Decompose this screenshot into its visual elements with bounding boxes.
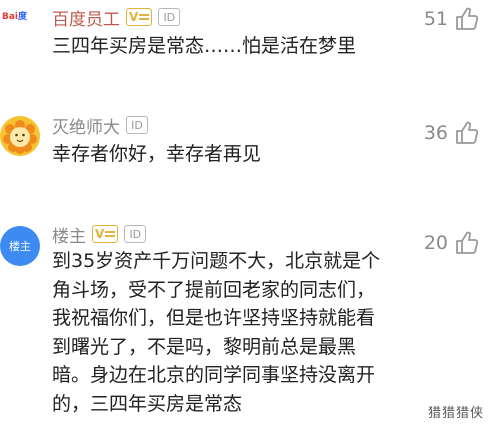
comment-line: 到35岁资产千万问题不大，北京就是个 (52, 250, 381, 272)
thumbs-up-icon[interactable] (454, 6, 480, 32)
comment-3: 楼主 楼主 V ID 到35岁资产千万问题不大，北京就是个 角斗场，受不了提前回… (0, 220, 490, 431)
svg-text:Bai度: Bai度 (2, 10, 28, 22)
username[interactable]: 楼主 (52, 222, 86, 247)
v-badge: V (92, 225, 119, 243)
id-badge: ID (126, 116, 148, 134)
v-badge: V (126, 8, 153, 26)
like-count: 36 (423, 122, 448, 144)
thumbs-up-icon[interactable] (454, 230, 480, 256)
comment-line: 角斗场，受不了提前回老家的同志们， (52, 278, 376, 301)
like-count: 51 (423, 8, 448, 30)
comment-header: 楼主 V ID (52, 222, 147, 247)
watermark: 猎猎猎侠 (427, 406, 484, 421)
id-badge: ID (158, 8, 181, 26)
avatar-baidu[interactable]: Bai度 (0, 0, 40, 34)
comment-text: 三四年买房是常态……怕是活在梦里 (52, 35, 357, 57)
lion-avatar-icon (0, 116, 40, 156)
username[interactable]: 灭绝师大 (52, 113, 120, 138)
like-button[interactable]: 51 (424, 6, 480, 32)
avatar-op[interactable]: 楼主 (0, 226, 40, 266)
like-count: 20 (423, 232, 448, 254)
thumbs-up-icon[interactable] (454, 120, 480, 146)
comment-line: 的，三四年买房是常态 (52, 392, 243, 415)
comment-1: Bai度 百度员工 V ID 三四年买房是常态……怕是活在梦里 51 (0, 0, 490, 80)
baidu-logo: Bai度 (2, 10, 28, 22)
comment-header: 百度员工 V ID (52, 5, 181, 30)
comment-text: 到35岁资产千万问题不大，北京就是个 角斗场，受不了提前回老家的同志们， 我祝福… (52, 247, 380, 418)
avatar-lion[interactable] (0, 116, 40, 156)
comment-line: 暗。身边在北京的同学同事坚持没离开 (52, 364, 376, 386)
avatar-label: 楼主 (9, 240, 31, 253)
comment-line: 我祝福你们，但是也许坚持坚持就能看 (52, 307, 376, 329)
like-button[interactable]: 20 (424, 230, 480, 256)
id-badge: ID (124, 225, 147, 243)
comment-2: 灭绝师大 ID 幸存者你好，幸存者再见 36 (0, 110, 490, 200)
like-button[interactable]: 36 (424, 120, 480, 146)
comment-line: 到曙光了，不是吗，黎明前总是最黑 (52, 335, 357, 358)
comment-header: 灭绝师大 ID (52, 113, 148, 138)
username[interactable]: 百度员工 (52, 5, 120, 30)
comment-text: 幸存者你好，幸存者再见 (52, 143, 262, 165)
